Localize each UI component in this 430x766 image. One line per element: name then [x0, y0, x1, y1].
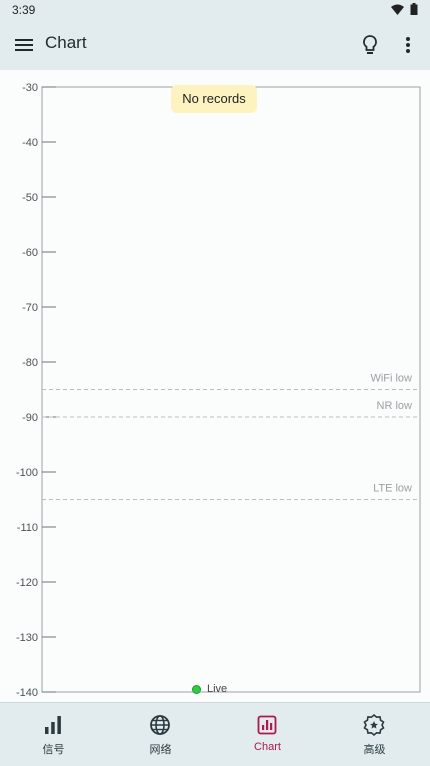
y-tick-label: -100: [16, 467, 38, 479]
y-tick-label: -60: [22, 247, 38, 259]
nav-item-network[interactable]: 网络: [107, 703, 214, 766]
nav-item-chart[interactable]: Chart: [214, 703, 321, 766]
chart-icon: [257, 715, 277, 735]
y-tick-label: -130: [16, 632, 38, 644]
status-icons: [391, 3, 418, 15]
menu-icon[interactable]: [12, 33, 36, 57]
nav-label: 网络: [149, 744, 172, 756]
signal-chart: -30 -40 -50 -60 -70 -80 -90 -100 -110 -120 -130 -14…: [16, 82, 421, 699]
y-tick-label: -70: [22, 302, 38, 314]
live-legend: Live: [192, 682, 227, 696]
status-time: 3:39: [12, 3, 36, 17]
nav-label: Chart: [254, 741, 281, 753]
nav-item-signal[interactable]: 信号: [0, 703, 107, 766]
app-bar: Chart: [0, 20, 430, 70]
y-tick-label: -120: [16, 577, 38, 589]
nav-item-advanced[interactable]: 高级: [321, 703, 428, 766]
globe-icon: [150, 715, 170, 735]
y-tick-label: -140: [16, 687, 38, 699]
advanced-badge-icon: [363, 713, 385, 737]
y-tick-label: -40: [22, 137, 38, 149]
battery-icon: [410, 3, 418, 15]
page-title: Chart: [45, 33, 87, 52]
status-bar: 3:39: [0, 0, 430, 20]
y-tick-label: -30: [22, 82, 38, 94]
signal-bars-icon: [45, 716, 61, 734]
threshold-label: LTE low: [373, 483, 412, 495]
live-label: Live: [207, 683, 228, 695]
threshold-label: WiFi low: [370, 373, 412, 385]
nav-label: 高级: [363, 744, 386, 756]
y-tick-label: -50: [22, 192, 38, 204]
chart-area[interactable]: -30 -40 -50 -60 -70 -80 -90 -100 -110 -120 -130 -14…: [0, 70, 430, 702]
lightbulb-icon[interactable]: [358, 33, 382, 57]
bottom-nav: 信号 网络 Chart 高级: [0, 702, 430, 766]
nav-label: 信号: [42, 744, 65, 756]
y-tick-label: -80: [22, 357, 38, 369]
more-vert-icon[interactable]: [396, 33, 420, 57]
threshold-label: NR low: [377, 400, 413, 412]
no-records-toast: No records: [171, 85, 257, 113]
y-tick-label: -90: [22, 412, 38, 424]
y-tick-label: -110: [17, 522, 38, 534]
wifi-icon: [391, 4, 404, 15]
live-dot-icon: [192, 684, 201, 694]
